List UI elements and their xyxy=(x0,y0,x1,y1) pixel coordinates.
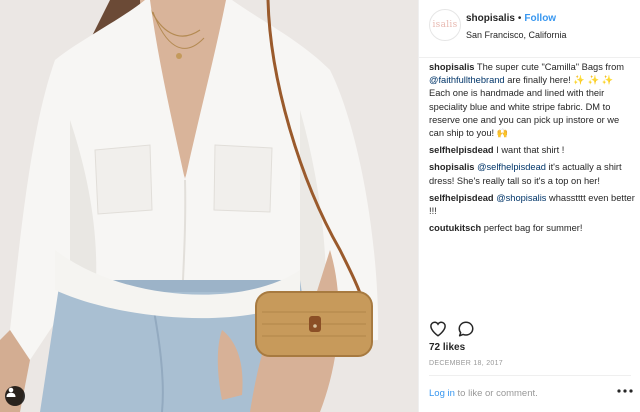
comment-item: shopisalis @selfhelpisdead it's actually… xyxy=(429,161,635,187)
caption-text-1: The super cute "Camilla" Bags from xyxy=(474,62,625,72)
header-username[interactable]: shopisalis xyxy=(466,13,515,24)
divider xyxy=(429,375,631,376)
comment-item: coutukitsch perfect bag for summer! xyxy=(429,222,635,235)
follow-button[interactable]: Follow xyxy=(524,13,556,24)
post-header: isalis shopisalis • Follow San Francisco, … xyxy=(419,0,640,58)
speech-bubble-icon[interactable] xyxy=(457,320,475,338)
caption-author[interactable]: shopisalis xyxy=(429,62,474,72)
login-prompt: Log in to like or comment. xyxy=(429,388,538,399)
photo-illustration xyxy=(0,0,418,412)
comment-item: selfhelpisdead I want that shirt ! xyxy=(429,144,635,157)
comment-text: perfect bag for summer! xyxy=(481,223,583,234)
comments-list: shopisalis The super cute "Camilla" Bags… xyxy=(429,61,635,239)
comment-author[interactable]: coutukitsch xyxy=(429,223,481,233)
comment-author[interactable]: selfhelpisdead xyxy=(429,193,494,203)
login-link[interactable]: Log in xyxy=(429,388,455,399)
comment-item: selfhelpisdead @shopisalis whasstttt eve… xyxy=(429,192,635,218)
post-photo[interactable] xyxy=(0,0,418,412)
avatar[interactable]: isalis xyxy=(429,9,461,41)
location-link[interactable]: San Francisco, California xyxy=(466,30,567,40)
ellipsis-icon[interactable] xyxy=(616,384,634,398)
avatar-logo-text: isalis xyxy=(432,20,458,30)
comment-author[interactable]: selfhelpisdead xyxy=(429,145,494,155)
header-separator: • xyxy=(517,13,522,24)
comment-mention[interactable]: @shopisalis xyxy=(496,193,546,203)
likes-count[interactable]: 72 likes xyxy=(429,342,465,353)
caption-mention[interactable]: @faithfullthebrand xyxy=(429,75,505,85)
heart-outline-icon[interactable] xyxy=(429,320,447,338)
tag-people-button[interactable] xyxy=(5,386,25,406)
comment-mention[interactable]: @selfhelpisdead xyxy=(477,162,546,172)
post-panel: isalis shopisalis • Follow San Francisco, … xyxy=(418,0,640,412)
comment-author[interactable]: shopisalis xyxy=(429,162,474,172)
login-prompt-text: to like or comment. xyxy=(454,388,538,399)
comment-text: I want that shirt ! xyxy=(493,145,565,156)
post-date: DECEMBER 18, 2017 xyxy=(429,360,503,367)
caption: shopisalis The super cute "Camilla" Bags… xyxy=(429,61,635,140)
header-line: shopisalis • Follow xyxy=(466,13,556,24)
